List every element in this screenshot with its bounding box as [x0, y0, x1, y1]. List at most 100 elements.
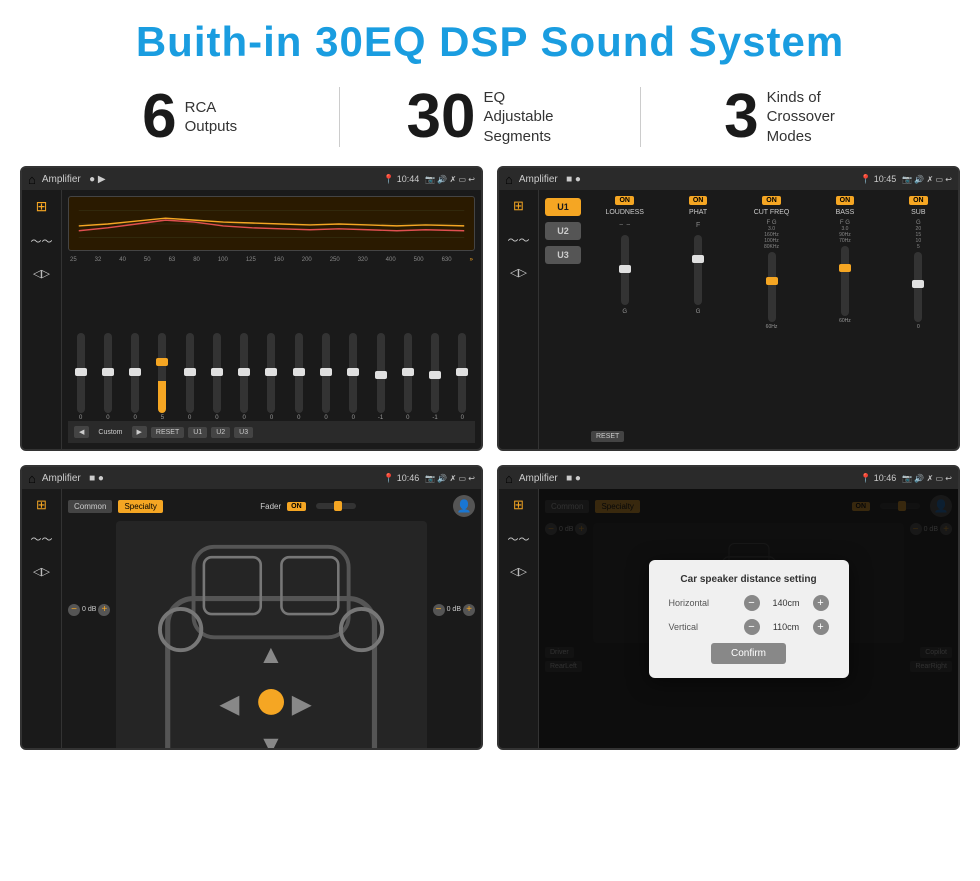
dist-sidebar-icon-2[interactable]: 〜〜 — [508, 531, 530, 547]
fader-track[interactable] — [316, 503, 356, 509]
fader-home-icon[interactable]: ⌂ — [28, 471, 36, 486]
svg-text:▶: ▶ — [292, 690, 312, 718]
cross-sidebar-icon-2[interactable]: 〜〜 — [508, 232, 530, 248]
modal-vertical-row: Vertical − 110cm + — [669, 619, 829, 635]
eq-slider-7[interactable]: 0 — [232, 333, 257, 421]
fader-sidebar-icon-3[interactable]: ◁▷ — [33, 565, 50, 578]
eq-slider-3[interactable]: 0 — [123, 333, 148, 421]
cross-reset-btn[interactable]: RESET — [591, 431, 624, 442]
cross-time: 📍 10:45 — [860, 174, 896, 185]
home-icon[interactable]: ⌂ — [28, 172, 36, 187]
fader-title: Amplifier ■ ● — [42, 473, 377, 484]
eq-slider-8[interactable]: 0 — [259, 333, 284, 421]
modal-overlay: Car speaker distance setting Horizontal … — [539, 489, 958, 748]
db-minus-3[interactable]: − — [433, 604, 445, 616]
eq-sidebar-icon-3[interactable]: ◁▷ — [33, 267, 50, 280]
eq-next-btn[interactable]: ▶ — [132, 426, 147, 438]
eq-slider-6[interactable]: 0 — [204, 333, 229, 421]
modal-vertical-minus[interactable]: − — [744, 619, 760, 635]
fader-left-controls: − 0 dB + − 0 dB + — [68, 521, 110, 750]
cross-sidebar: ⊞ 〜〜 ◁▷ — [499, 190, 539, 449]
eq-u2-btn[interactable]: U2 — [211, 427, 230, 438]
modal-horizontal-minus[interactable]: − — [744, 595, 760, 611]
fader-sidebar-icon-2[interactable]: 〜〜 — [31, 531, 53, 547]
dist-sidebar-icon-3[interactable]: ◁▷ — [510, 565, 527, 578]
eq-bottom-bar: ◀ Custom ▶ RESET U1 U2 U3 — [68, 421, 475, 443]
cross-presets: U1 U2 U3 — [539, 190, 587, 449]
eq-slider-14[interactable]: -1 — [422, 333, 447, 421]
dist-sidebar-icon-1[interactable]: ⊞ — [513, 497, 524, 513]
cross-phat-col: ON PHAT F G — [664, 196, 731, 415]
stat-label-rca: RCAOutputs — [185, 98, 238, 137]
fader-specialty-tab[interactable]: Specialty — [118, 500, 162, 513]
cross-main-area: ON LOUDNESS ~~ G ON PHAT F — [587, 190, 958, 449]
db-minus-1[interactable]: − — [68, 604, 80, 616]
dist-status-icons: 📷 🔊 ✗ ▭ ↩ — [902, 474, 952, 483]
modal-vertical-plus[interactable]: + — [813, 619, 829, 635]
stat-number-rca: 6 — [142, 86, 176, 148]
eq-u1-btn[interactable]: U1 — [188, 427, 207, 438]
fader-screen-box: ⌂ Amplifier ■ ● 📍 10:46 📷 🔊 ✗ ▭ ↩ ⊞ 〜〜 ◁… — [20, 465, 483, 750]
cross-bass-col: ON BASS F G 3.0 90Hz 70Hz 60Hz — [811, 196, 878, 415]
db-plus-1[interactable]: + — [98, 604, 110, 616]
eq-slider-12[interactable]: -1 — [368, 333, 393, 421]
modal-confirm-btn[interactable]: Confirm — [711, 643, 786, 664]
eq-content: ⊞ 〜〜 ◁▷ — [22, 190, 481, 449]
eq-u3-btn[interactable]: U3 — [234, 427, 253, 438]
eq-slider-10[interactable]: 0 — [313, 333, 338, 421]
eq-sidebar-icon-1[interactable]: ⊞ — [36, 198, 48, 215]
dist-home-icon[interactable]: ⌂ — [505, 471, 513, 486]
eq-slider-1[interactable]: 0 — [68, 333, 93, 421]
cross-u2-btn[interactable]: U2 — [545, 222, 581, 240]
eq-slider-11[interactable]: 0 — [341, 333, 366, 421]
eq-graph-svg — [69, 197, 474, 250]
distance-screen-box: ⌂ Amplifier ■ ● 📍 10:46 📷 🔊 ✗ ▭ ↩ ⊞ 〜〜 ◁… — [497, 465, 960, 750]
fader-content: ⊞ 〜〜 ◁▷ Common Specialty Fader ON 👤 — [22, 489, 481, 748]
eq-status-icons: 📷 🔊 ✗ ▭ ↩ — [425, 175, 475, 184]
cross-cutfreq-col: ON CUT FREQ F G 3.0 160Hz 100Hz 80KHz 6 — [738, 196, 805, 415]
eq-status-bar: ⌂ Amplifier ● ▶ 📍 10:44 📷 🔊 ✗ ▭ ↩ — [22, 168, 481, 190]
eq-screen-box: ⌂ Amplifier ● ▶ 📍 10:44 📷 🔊 ✗ ▭ ↩ ⊞ 〜〜 ◁… — [20, 166, 483, 451]
eq-slider-4[interactable]: 5 — [150, 333, 175, 421]
fader-on-badge[interactable]: ON — [287, 502, 306, 511]
fader-time: 📍 10:46 — [383, 473, 419, 484]
modal-horizontal-value: 140cm — [764, 598, 809, 608]
eq-slider-2[interactable]: 0 — [95, 333, 120, 421]
eq-sliders-area: 0 0 0 5 0 — [68, 267, 475, 421]
cross-sub-col: ON SUB G 20 15 10 5 0 — [885, 196, 952, 415]
dist-title: Amplifier ■ ● — [519, 473, 854, 484]
cross-u3-btn[interactable]: U3 — [545, 246, 581, 264]
fader-common-tab[interactable]: Common — [68, 500, 112, 513]
cross-sidebar-icon-1[interactable]: ⊞ — [513, 198, 524, 214]
dist-main-area: Common Specialty ON 👤 − 0 dB — [539, 489, 958, 748]
cross-home-icon[interactable]: ⌂ — [505, 172, 513, 187]
eq-reset-btn[interactable]: RESET — [151, 427, 184, 438]
car-diagram: ▲ ▼ ◀ ▶ — [116, 521, 426, 750]
eq-slider-13[interactable]: 0 — [395, 333, 420, 421]
fader-right-controls: − 0 dB + − 0 dB + — [433, 521, 475, 750]
cross-status-bar: ⌂ Amplifier ■ ● 📍 10:45 📷 🔊 ✗ ▭ ↩ — [499, 168, 958, 190]
eq-slider-5[interactable]: 0 — [177, 333, 202, 421]
cross-content: ⊞ 〜〜 ◁▷ U1 U2 U3 ON LOUDNESS ~~ — [499, 190, 958, 449]
eq-sidebar-icon-2[interactable]: 〜〜 — [31, 233, 53, 249]
fader-tabs-row: Common Specialty Fader ON 👤 — [68, 495, 475, 517]
db-plus-3[interactable]: + — [463, 604, 475, 616]
modal-horizontal-plus[interactable]: + — [813, 595, 829, 611]
fader-diagram-area: − 0 dB + − 0 dB + — [68, 521, 475, 750]
modal-vertical-value: 110cm — [764, 622, 809, 632]
fader-label-text: Fader — [260, 502, 281, 511]
eq-slider-15[interactable]: 0 — [450, 333, 475, 421]
eq-preset-label: Custom — [93, 427, 127, 438]
fader-sidebar-icon-1[interactable]: ⊞ — [36, 497, 47, 513]
eq-prev-btn[interactable]: ◀ — [74, 426, 89, 438]
dist-sidebar: ⊞ 〜〜 ◁▷ — [499, 489, 539, 748]
svg-text:◀: ◀ — [220, 690, 240, 718]
cross-sidebar-icon-3[interactable]: ◁▷ — [510, 266, 527, 279]
svg-text:▲: ▲ — [259, 641, 285, 669]
cross-u1-btn[interactable]: U1 — [545, 198, 581, 216]
stat-number-cross: 3 — [724, 86, 758, 148]
stats-row: 6 RCAOutputs 30 EQ AdjustableSegments 3 … — [0, 76, 980, 166]
eq-slider-9[interactable]: 0 — [286, 333, 311, 421]
dist-content: ⊞ 〜〜 ◁▷ Common Specialty ON 👤 — [499, 489, 958, 748]
eq-graph — [68, 196, 475, 251]
